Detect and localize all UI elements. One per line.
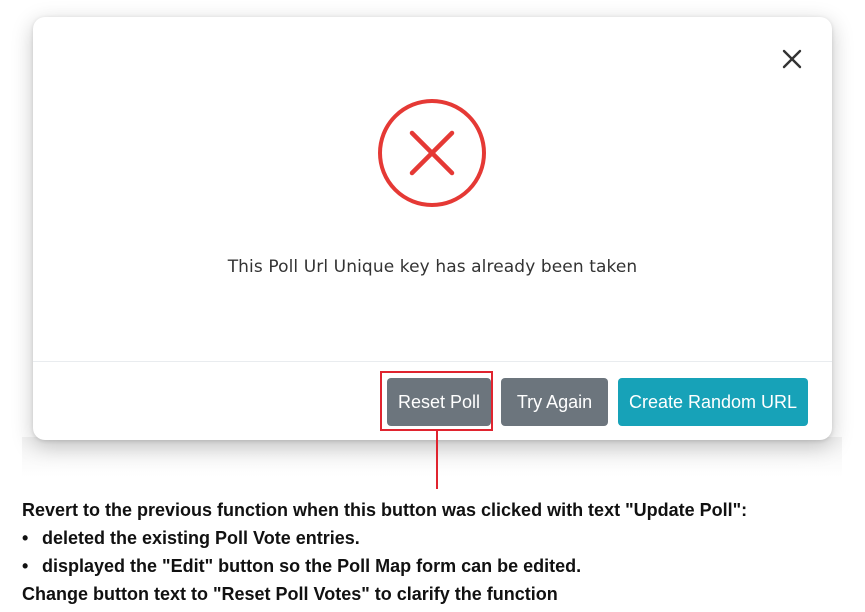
create-random-url-button[interactable]: Create Random URL <box>618 378 808 426</box>
try-again-button[interactable]: Try Again <box>501 378 608 426</box>
annotation-bullet-1: • deleted the existing Poll Vote entries… <box>22 524 747 552</box>
annotation-note: Revert to the previous function when thi… <box>22 496 747 608</box>
annotation-bullet-text-1: deleted the existing Poll Vote entries. <box>42 528 360 548</box>
annotation-line-last: Change button text to "Reset Poll Votes"… <box>22 584 558 604</box>
bullet-icon: • <box>22 528 29 548</box>
error-message: This Poll Url Unique key has already bee… <box>227 257 638 277</box>
bullet-icon: • <box>22 556 29 576</box>
annotation-bullet-2: • displayed the "Edit" button so the Pol… <box>22 552 747 580</box>
annotation-line-1: Revert to the previous function when thi… <box>22 500 748 520</box>
error-circle-x-icon <box>376 97 488 209</box>
annotation-highlight-box <box>380 371 493 431</box>
annotation-connector-line <box>436 431 438 489</box>
annotation-bullet-text-2: displayed the "Edit" button so the Poll … <box>42 556 582 576</box>
background-app-band <box>22 437 842 477</box>
screenshot-canvas: This Poll Url Unique key has already bee… <box>0 0 865 612</box>
close-icon[interactable] <box>780 47 804 71</box>
modal-footer-divider <box>33 361 832 362</box>
